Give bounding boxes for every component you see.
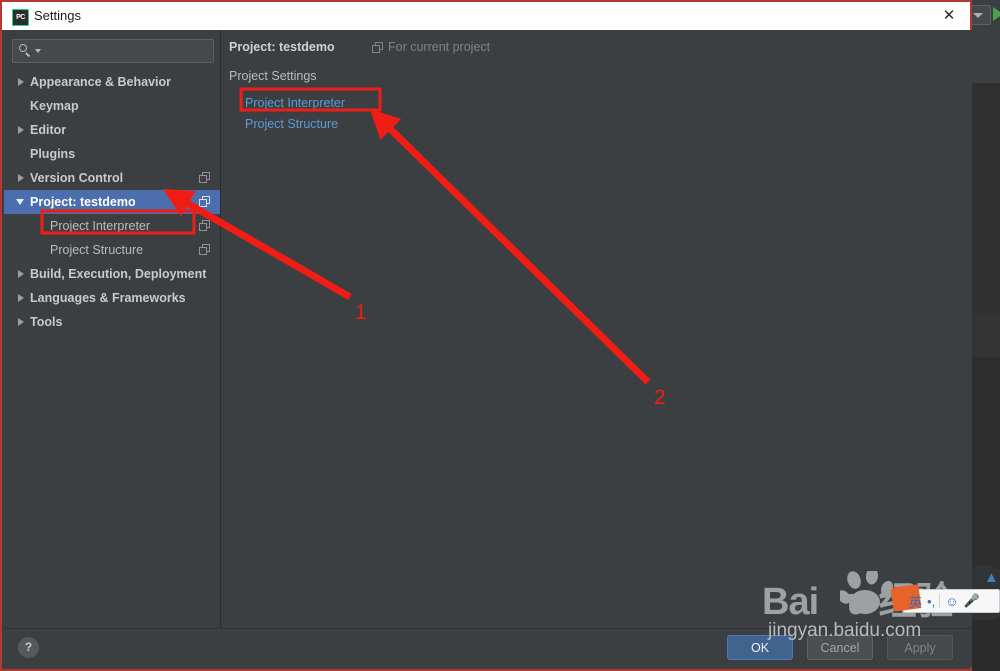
- settings-content-pane: Project: testdemo For current project Pr…: [221, 30, 972, 633]
- ime-voice-icon[interactable]: 🎤: [963, 593, 979, 609]
- link-project-interpreter[interactable]: Project Interpreter: [245, 96, 345, 110]
- search-box[interactable]: [12, 39, 214, 63]
- sidebar-item-plugins[interactable]: Plugins: [4, 142, 220, 166]
- sidebar-item-label: Appearance & Behavior: [30, 75, 172, 89]
- sidebar-item-label: Languages & Frameworks: [30, 291, 186, 305]
- copy-config-icon: [372, 42, 383, 53]
- sidebar-item-languages-frameworks[interactable]: Languages & Frameworks: [4, 286, 220, 310]
- chevron-right-icon[interactable]: [16, 286, 30, 310]
- copy-config-icon[interactable]: [199, 172, 210, 183]
- sidebar-item-label: Plugins: [30, 147, 76, 161]
- chevron-right-icon[interactable]: [16, 70, 30, 94]
- chevron-down-icon[interactable]: [35, 49, 41, 53]
- ime-language-toggle[interactable]: 英: [909, 592, 922, 611]
- sidebar-item-build-execution-deployment[interactable]: Build, Execution, Deployment: [4, 262, 220, 286]
- chevron-right-icon[interactable]: [16, 262, 30, 286]
- sidebar-item-project-testdemo[interactable]: Project: testdemo: [4, 190, 220, 214]
- chevron-right-icon[interactable]: [16, 118, 30, 142]
- sidebar-item-label: Project: testdemo: [30, 195, 136, 209]
- sidebar-item-tools[interactable]: Tools: [4, 310, 220, 334]
- settings-sidebar: Appearance & Behavior Keymap Editor Plugins…: [4, 30, 221, 633]
- watermark-sub-text: jingyan.baidu.com: [768, 620, 922, 641]
- ime-punctuation-toggle[interactable]: •,: [927, 594, 935, 609]
- pycharm-icon: PC: [12, 9, 29, 26]
- arrow-up-icon: ▲: [984, 569, 999, 586]
- ime-emoji-icon[interactable]: ☺: [945, 594, 958, 609]
- copy-config-icon[interactable]: [199, 220, 210, 231]
- sidebar-item-label: Tools: [30, 315, 63, 329]
- chevron-right-icon[interactable]: [16, 310, 30, 334]
- sidebar-item-keymap[interactable]: Keymap: [4, 94, 220, 118]
- settings-tree: Appearance & Behavior Keymap Editor Plugins…: [4, 70, 220, 334]
- search-icon: [19, 44, 33, 58]
- screenshot-root: ▲ PC Settings ✕ Appearance & Behavior Key…: [0, 0, 1000, 671]
- close-icon[interactable]: ✕: [938, 6, 960, 26]
- run-icon[interactable]: [993, 7, 1000, 21]
- dialog-titlebar: PC Settings ✕: [2, 2, 970, 30]
- sidebar-item-label: Project Interpreter: [50, 219, 151, 233]
- chevron-down-icon: [973, 13, 983, 18]
- sidebar-item-label: Keymap: [30, 99, 79, 113]
- sidebar-item-label: Editor: [30, 123, 67, 137]
- page-title: Project: testdemo: [229, 40, 335, 54]
- sidebar-item-appearance-behavior[interactable]: Appearance & Behavior: [4, 70, 220, 94]
- sidebar-item-label: Build, Execution, Deployment: [30, 267, 207, 281]
- sidebar-item-project-structure[interactable]: Project Structure: [4, 238, 220, 262]
- sidebar-item-version-control[interactable]: Version Control: [4, 166, 220, 190]
- help-button[interactable]: ?: [18, 637, 39, 658]
- ime-separator: [939, 594, 941, 608]
- search-input[interactable]: [43, 42, 211, 61]
- sidebar-item-editor[interactable]: Editor: [4, 118, 220, 142]
- ime-toolbar[interactable]: 英 •, ☺ 🎤: [890, 584, 1000, 613]
- link-project-structure[interactable]: Project Structure: [245, 117, 338, 131]
- sidebar-item-project-interpreter[interactable]: Project Interpreter: [4, 214, 220, 238]
- annotation-number-1: 1: [355, 301, 367, 324]
- dialog-title: Settings: [34, 8, 81, 23]
- scope-note: For current project: [388, 40, 491, 54]
- sidebar-item-label: Version Control: [30, 171, 124, 185]
- annotation-number-2: 2: [654, 386, 666, 409]
- chevron-down-icon[interactable]: [16, 190, 30, 214]
- copy-config-icon[interactable]: [199, 196, 210, 207]
- chevron-right-icon[interactable]: [16, 166, 30, 190]
- copy-config-icon[interactable]: [199, 244, 210, 255]
- sidebar-item-label: Project Structure: [50, 243, 144, 257]
- section-label: Project Settings: [229, 69, 317, 83]
